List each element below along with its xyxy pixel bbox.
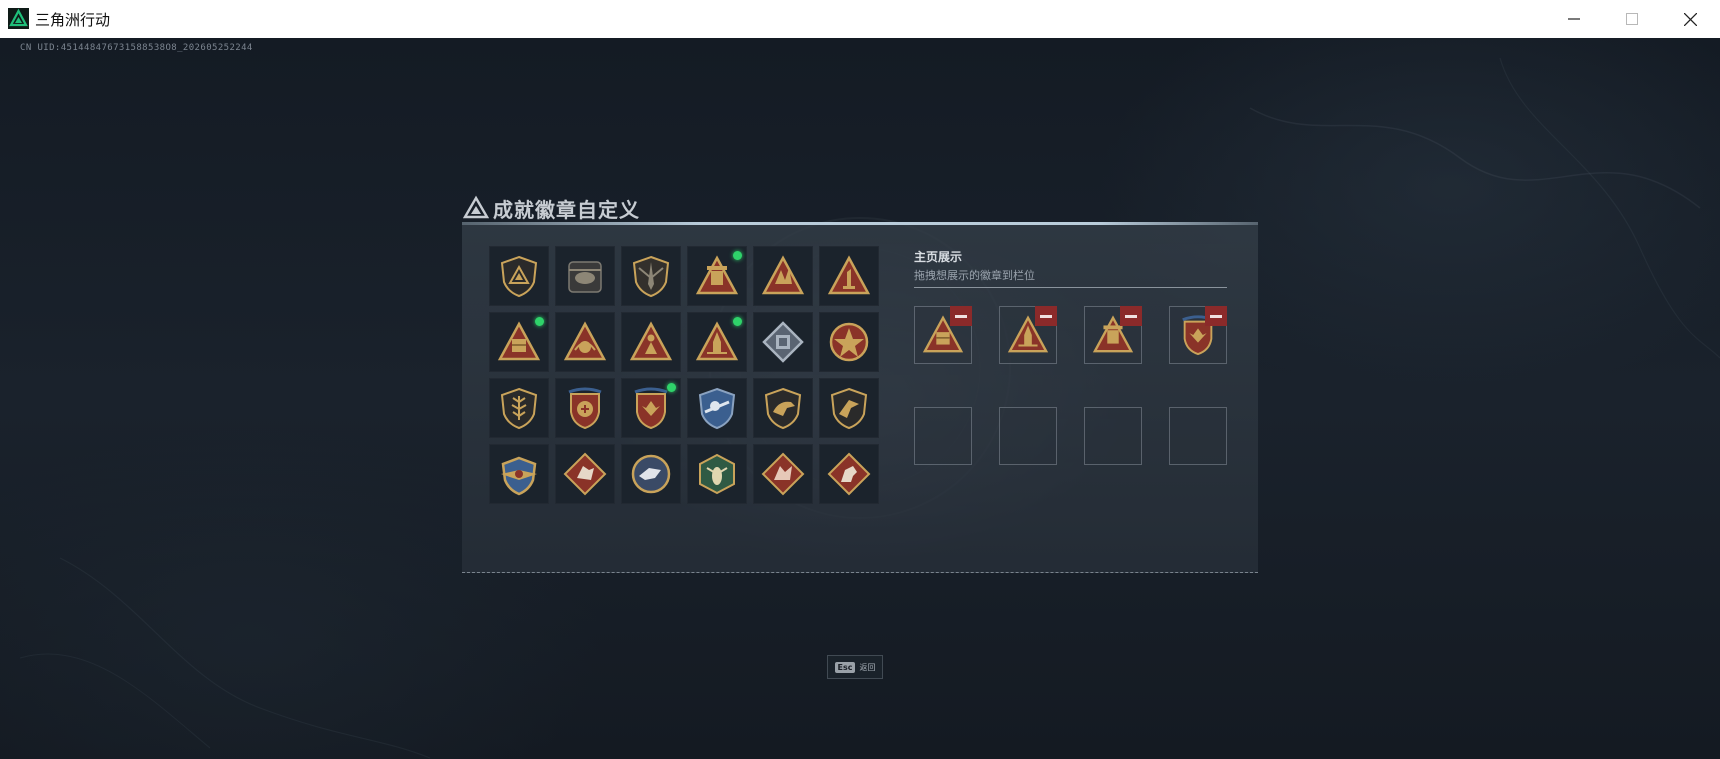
blue-eagle-shield-badge-icon — [698, 387, 736, 430]
badge-customize-panel: 主页展示 拖拽想展示的徽章到栏位 — [462, 222, 1258, 573]
minus-icon — [955, 314, 967, 318]
helicopter-badge-icon — [568, 261, 602, 293]
badge-item[interactable] — [687, 444, 747, 504]
game-viewport: CN UID:451448476731588538O8_202605252244… — [0, 38, 1720, 759]
wasp-hexagon-badge-icon — [699, 453, 735, 495]
badge-item[interactable] — [489, 246, 549, 306]
minus-icon — [1125, 314, 1137, 318]
dino-shield-badge-icon — [764, 387, 802, 430]
badge-item[interactable] — [819, 246, 879, 306]
maximize-button[interactable] — [1604, 0, 1660, 38]
close-button[interactable] — [1662, 0, 1718, 38]
app-logo-icon — [8, 8, 29, 29]
showcase-slot-empty[interactable] — [1169, 407, 1227, 465]
close-icon — [1683, 12, 1697, 26]
new-indicator-dot — [733, 317, 742, 326]
showcase-slot-empty[interactable] — [914, 407, 972, 465]
wheat-shield-badge-icon — [500, 387, 538, 430]
raptor-shield-badge-icon — [830, 387, 868, 430]
silver-diamond-badge-icon — [762, 321, 804, 363]
claw-triangle-badge-icon — [761, 255, 805, 295]
figure-triangle-badge-icon — [629, 321, 673, 361]
badge-item[interactable] — [555, 378, 615, 438]
window-title: 三角洲行动 — [35, 11, 111, 29]
showcase-slot-filled[interactable] — [999, 306, 1057, 364]
badge-item[interactable] — [555, 312, 615, 372]
badge-item[interactable] — [621, 246, 681, 306]
badge-item[interactable] — [687, 378, 747, 438]
player-uid: CN UID:451448476731588538O8_202605252244 — [20, 43, 253, 53]
horse-diamond-badge-icon — [827, 452, 871, 496]
beast-diamond-badge-icon — [563, 452, 607, 496]
badge-item[interactable] — [489, 378, 549, 438]
badge-item[interactable] — [687, 246, 747, 306]
remove-badge-button[interactable] — [950, 306, 972, 326]
badge-item[interactable] — [621, 378, 681, 438]
badge-item[interactable] — [555, 444, 615, 504]
badge-item[interactable] — [819, 378, 879, 438]
rocket-triangle-badge-icon — [695, 321, 739, 361]
esc-key-label: Esc — [834, 661, 856, 673]
delta-logo-icon — [463, 195, 489, 219]
showcase-slot-filled[interactable] — [1084, 306, 1142, 364]
showcase-subtitle: 拖拽想展示的徽章到栏位 — [914, 269, 1035, 282]
homepage-showcase: 主页展示 拖拽想展示的徽章到栏位 — [914, 248, 1230, 465]
badge-item[interactable] — [753, 312, 813, 372]
minus-icon — [1210, 314, 1222, 318]
delta-shield-badge-icon — [500, 255, 538, 298]
remove-badge-button[interactable] — [1205, 306, 1227, 326]
showcase-divider — [914, 287, 1227, 288]
badge-item[interactable] — [555, 246, 615, 306]
badge-item[interactable] — [819, 312, 879, 372]
minimize-button[interactable] — [1546, 0, 1602, 38]
tower-triangle-badge-icon — [695, 255, 739, 295]
badge-item[interactable] — [753, 378, 813, 438]
badge-item[interactable] — [489, 312, 549, 372]
star-medal-badge-icon — [829, 322, 869, 362]
showcase-slot-empty[interactable] — [999, 407, 1057, 465]
badge-item[interactable] — [687, 312, 747, 372]
blade-shield-badge-icon — [632, 255, 670, 298]
minus-icon — [1040, 314, 1052, 318]
red-crest-badge-icon — [568, 387, 602, 430]
minimize-icon — [1568, 18, 1580, 20]
panel-title: 成就徽章自定义 — [493, 197, 640, 222]
back-button[interactable]: Esc 返回 — [827, 655, 883, 679]
badge-item[interactable] — [753, 444, 813, 504]
badge-item[interactable] — [489, 444, 549, 504]
wolf-circle-badge-icon — [631, 454, 671, 494]
panel-header: 成就徽章自定义 — [463, 193, 640, 223]
new-indicator-dot — [733, 251, 742, 260]
showcase-slot-empty[interactable] — [1084, 407, 1142, 465]
showcase-slot-filled[interactable] — [1169, 306, 1227, 364]
remove-badge-button[interactable] — [1035, 306, 1057, 326]
remove-badge-button[interactable] — [1120, 306, 1142, 326]
badge-item[interactable] — [621, 312, 681, 372]
new-indicator-dot — [535, 317, 544, 326]
showcase-slot-filled[interactable] — [914, 306, 972, 364]
badge-item[interactable] — [753, 246, 813, 306]
new-indicator-dot — [667, 383, 676, 392]
golden-wings-badge-icon — [501, 456, 537, 496]
badge-item[interactable] — [819, 444, 879, 504]
red-eagle-crest-badge-icon — [634, 387, 668, 430]
panel-top-border — [462, 222, 1258, 225]
back-label: 返回 — [859, 662, 876, 672]
maximize-icon — [1626, 13, 1638, 25]
badge-item[interactable] — [621, 444, 681, 504]
crate-triangle-badge-icon — [497, 321, 541, 361]
emblem-triangle-badge-icon — [563, 321, 607, 361]
showcase-title: 主页展示 — [914, 250, 963, 264]
dragon-diamond-badge-icon — [761, 452, 805, 496]
number-one-triangle-badge-icon — [827, 255, 871, 295]
window-titlebar: 三角洲行动 — [0, 0, 1720, 39]
